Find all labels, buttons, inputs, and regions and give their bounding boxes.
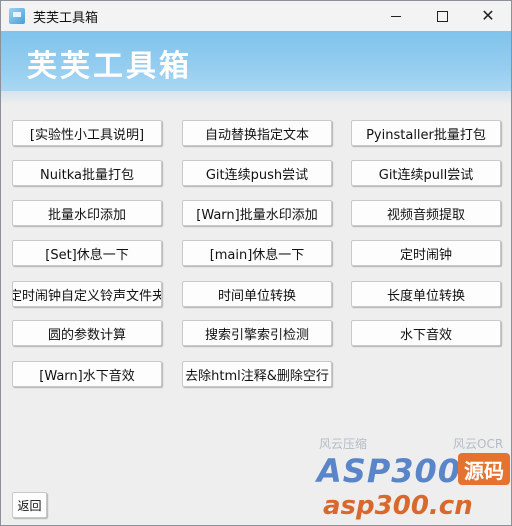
watermark-badge: 源码 [458, 453, 510, 485]
tool-button-auto-replace-text[interactable]: 自动替换指定文本 [182, 120, 332, 146]
tool-button-nuitka-batch[interactable]: Nuitka批量打包 [12, 160, 162, 186]
maximize-icon [436, 10, 448, 22]
tool-button-pyinstaller-batch[interactable]: Pyinstaller批量打包 [351, 120, 501, 146]
watermark-bg-text: 风云OCR [453, 437, 504, 451]
window-title: 芙芙工具箱 [33, 10, 99, 26]
back-button[interactable]: 返回 [12, 492, 47, 518]
tool-button-experimental-guide[interactable]: [实验性小工具说明] [12, 120, 162, 146]
banner-title: 芙芙工具箱 [27, 49, 192, 84]
tool-button-underwater-sound[interactable]: 水下音效 [351, 320, 501, 346]
watermark-url: asp300.cn [323, 491, 473, 521]
app-icon [9, 8, 25, 24]
watermark-logo: ASP300 [317, 452, 462, 490]
tool-button-remove-html-comments[interactable]: 去除html注释&删除空行 [182, 361, 332, 387]
tool-button-circle-calc[interactable]: 圆的参数计算 [12, 320, 162, 346]
close-button[interactable]: ✕ [465, 1, 511, 31]
tool-button-git-push[interactable]: Git连续push尝试 [182, 160, 332, 186]
tool-button-batch-watermark[interactable]: 批量水印添加 [12, 200, 162, 226]
tool-button-warn-batch-watermark[interactable]: [Warn]批量水印添加 [182, 200, 332, 226]
tool-button-search-index-check[interactable]: 搜索引擎索引检测 [182, 320, 332, 346]
app-window: 芙芙工具箱 ✕ 芙芙工具箱 [实验性小工具说明] 自动替换指定文本 Pyinst… [0, 0, 512, 526]
maximize-button[interactable] [419, 1, 465, 31]
minimize-button[interactable] [373, 1, 419, 31]
tool-button-alarm[interactable]: 定时闹钟 [351, 240, 501, 266]
tool-button-video-audio-extract[interactable]: 视频音频提取 [351, 200, 501, 226]
banner-divider [1, 91, 511, 105]
tool-button-time-unit-convert[interactable]: 时间单位转换 [182, 281, 332, 307]
tool-button-warn-underwater-sound[interactable]: [Warn]水下音效 [12, 361, 162, 387]
title-bar[interactable]: 芙芙工具箱 ✕ [1, 1, 511, 31]
tool-button-alarm-ringtone-folder[interactable]: 定时闹钟自定义铃声文件夹 [12, 281, 162, 307]
close-icon: ✕ [481, 6, 495, 25]
tool-button-git-pull[interactable]: Git连续pull尝试 [351, 160, 501, 186]
tool-button-length-unit-convert[interactable]: 长度单位转换 [351, 281, 501, 307]
header-banner: 芙芙工具箱 [1, 31, 511, 91]
tool-button-set-rest[interactable]: [Set]休息一下 [12, 240, 162, 266]
minimize-icon [391, 15, 401, 17]
tool-button-main-rest[interactable]: [main]休息一下 [182, 240, 332, 266]
watermark-bg-text: 风云压缩 [319, 437, 368, 451]
